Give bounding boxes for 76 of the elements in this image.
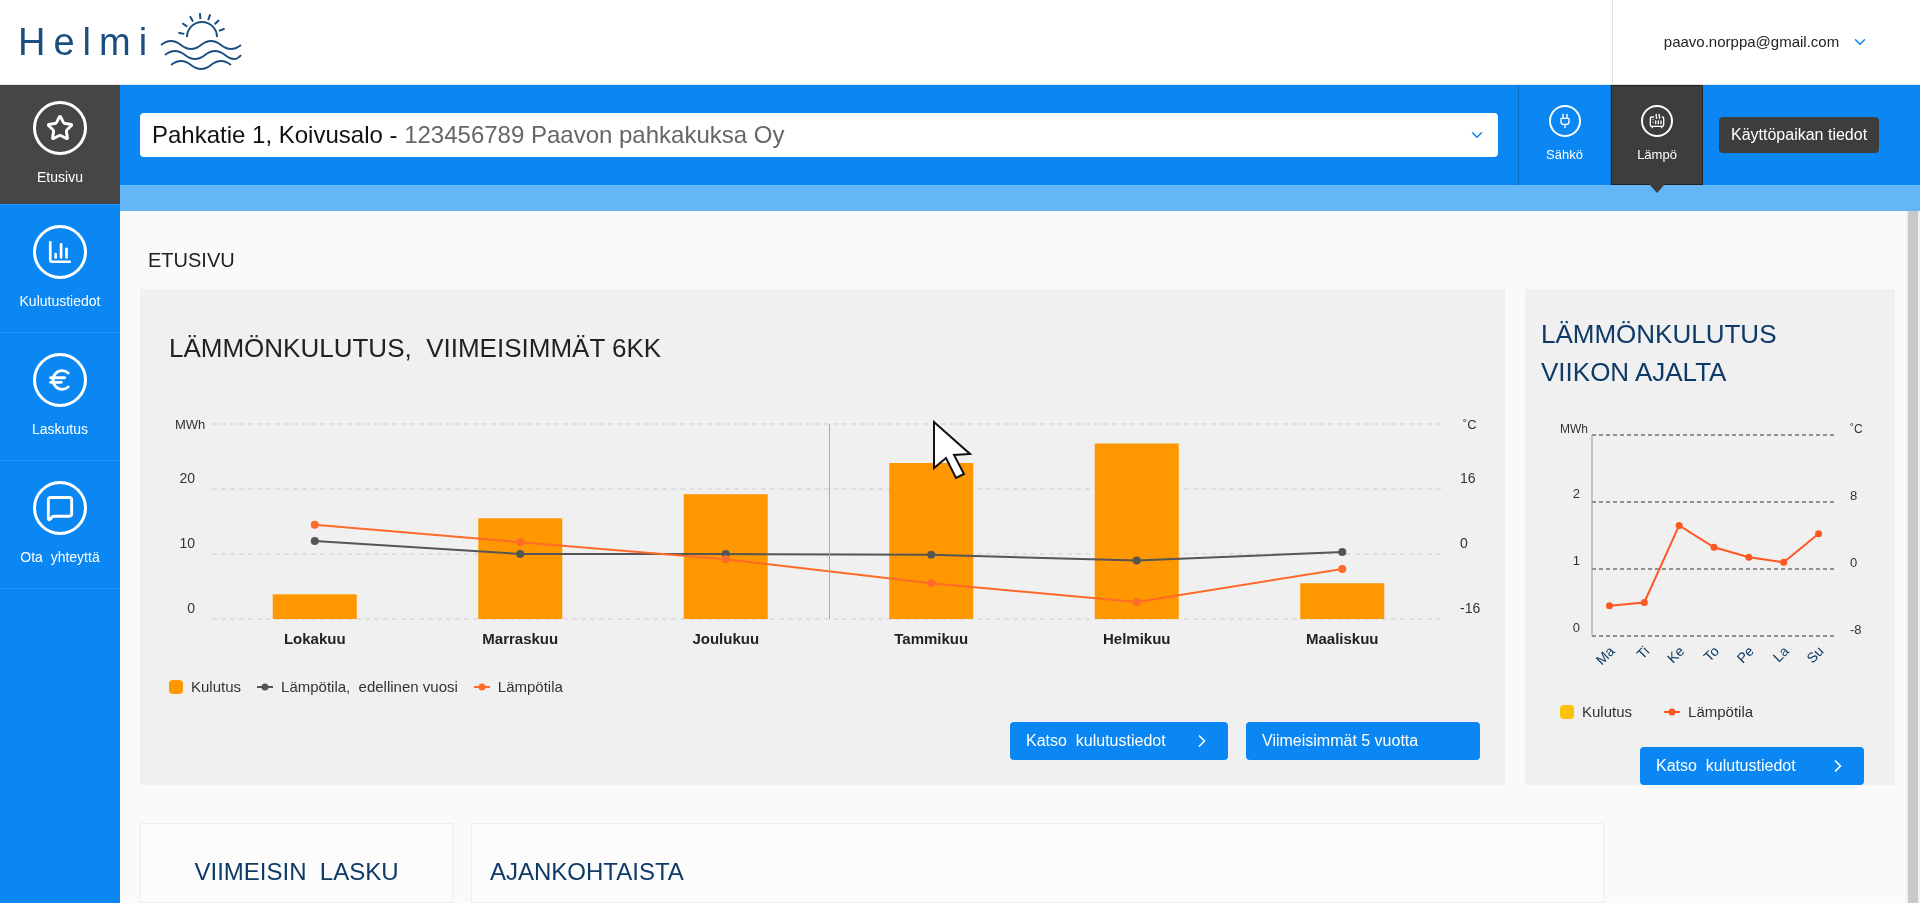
site-info-button[interactable]: Käyttöpaikan tiedot <box>1719 117 1880 153</box>
legend-label: Lämpötila <box>1688 701 1754 722</box>
page-title: ETUSIVU <box>148 248 236 273</box>
point <box>310 536 319 545</box>
point <box>310 520 319 529</box>
axis-tick-label: -8 <box>1850 621 1862 637</box>
card-button[interactable]: Katso kulutustiedot <box>1640 747 1864 785</box>
legend-label: Lämpötila <box>497 676 563 697</box>
weekday-label: To <box>1700 642 1723 665</box>
radiator-icon <box>1641 105 1673 138</box>
axis-tick-label: 0 <box>1460 534 1468 551</box>
user-email[interactable]: paavo.norppa@gmail.com <box>1663 30 1840 54</box>
point <box>1815 529 1823 537</box>
axis-unit-label: ˚C <box>1463 416 1477 432</box>
axis-tick-label: 1 <box>1572 552 1580 568</box>
month-label: Helmikuu <box>1103 629 1171 647</box>
axis-tick-label: 2 <box>1572 485 1580 501</box>
weekday-label: Su <box>1803 642 1827 666</box>
point <box>1745 553 1753 561</box>
point <box>1780 558 1788 566</box>
sidebar-item[interactable]: Etusivu <box>0 85 120 205</box>
month-label: Maaliskuu <box>1306 629 1379 647</box>
legend-swatch-icon <box>1560 704 1574 719</box>
card-title: LÄMMÖNKULUTUS VIIKON AJALTA <box>1541 317 1778 389</box>
axis-tick-label: 0 <box>1850 554 1858 570</box>
point <box>1605 601 1613 609</box>
card-title: AJANKOHTAISTA <box>490 857 684 884</box>
euro-icon <box>33 353 87 407</box>
point <box>721 554 730 563</box>
point <box>516 537 525 546</box>
legend-line-icon <box>473 682 490 691</box>
point <box>1132 556 1141 564</box>
axis-unit-label: MWh <box>175 416 206 432</box>
legend-line-icon <box>1664 707 1681 716</box>
logo-text: Helmi <box>18 23 156 61</box>
point <box>1338 564 1347 573</box>
point <box>1710 543 1718 551</box>
card-title: LÄMMÖNKULUTUS, VIIMEISIMMÄT 6KK <box>169 331 663 365</box>
point <box>516 549 525 558</box>
weekday-label: Pe <box>1733 642 1757 666</box>
axis-tick-label: 0 <box>1572 619 1580 635</box>
legend-label: Kulutus <box>1582 701 1633 722</box>
point <box>927 550 936 559</box>
axis-unit-label: MWh <box>1560 421 1588 436</box>
month-label: Joulukuu <box>692 629 760 647</box>
legend-swatch-icon <box>169 679 183 694</box>
point <box>927 578 936 587</box>
axis-tick-label: -16 <box>1460 599 1481 616</box>
axis-tick-label: 16 <box>1460 469 1476 486</box>
month-label: Tammikuu <box>894 629 969 647</box>
card-button[interactable]: Viimeisimmät 5 vuotta <box>1246 722 1480 760</box>
legend-label: Kulutus <box>191 676 242 697</box>
card-title: VIIMEISIN LASKU <box>194 857 399 884</box>
month-label: Lokakuu <box>283 629 346 647</box>
axis-tick-label: 10 <box>179 534 195 551</box>
speech-bubble-icon <box>33 481 87 535</box>
bar-chart-icon <box>33 225 87 279</box>
month-label: Marraskuu <box>482 629 559 647</box>
axis-unit-label: ˚C <box>1850 421 1863 436</box>
point <box>1132 597 1141 606</box>
location-select[interactable]: Pahkatie 1, Koivusalo - 123456789 Paavon pahkakuksa Oy <box>140 113 1498 157</box>
weekday-label: Ma <box>1592 642 1618 668</box>
axis-tick-label: 8 <box>1850 487 1858 503</box>
weekday-label: Ke <box>1663 642 1688 666</box>
legend-line-icon <box>257 682 274 691</box>
legend-label: Lämpötila, edellinen vuosi <box>281 676 458 697</box>
weekday-label: Ti <box>1633 642 1653 662</box>
plug-icon <box>1548 105 1581 138</box>
axis-tick-label: 0 <box>187 599 195 616</box>
point <box>1675 521 1683 529</box>
card-button[interactable]: Katso kulutustiedot <box>1010 722 1228 760</box>
axis-tick-label: 20 <box>179 469 195 486</box>
scrollbar[interactable] <box>1906 211 1920 903</box>
point <box>1640 598 1648 606</box>
point <box>1338 547 1347 556</box>
weekday-label: La <box>1769 642 1792 665</box>
